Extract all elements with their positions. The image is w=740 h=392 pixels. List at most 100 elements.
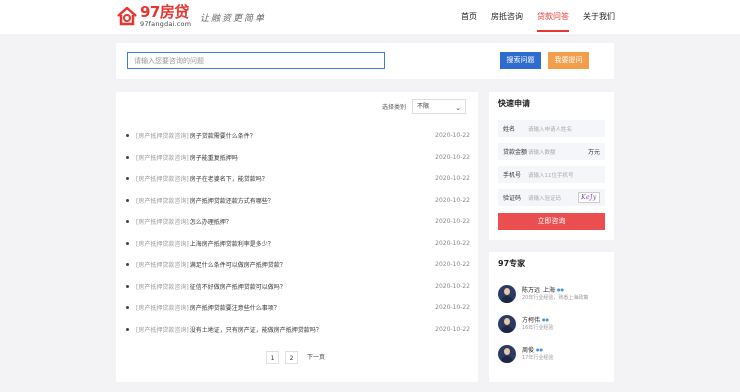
search-button[interactable]: 搜索问题 [500,52,541,69]
logo-domain: 97fangdai.com [140,20,192,28]
pagination: 1 2 下一页 [116,351,478,364]
question-category[interactable]: [房产抵押贷款咨询] [136,153,189,162]
list-item[interactable]: [房产抵押贷款咨询] 没有土地证，只有房产证，能做房产抵押贷款吗？ 2020-10-… [126,319,470,341]
question-category[interactable]: [房产抵押贷款咨询] [136,131,189,140]
nav-home[interactable]: 首页 [461,0,477,34]
bullet-icon [126,155,129,159]
question-date: 2020-10-22 [435,196,470,204]
expert-name: 周俊 [522,346,535,354]
ask-question-button[interactable]: 我要提问 [548,52,589,69]
amount-label: 贷款金额 [503,149,528,156]
question-category[interactable]: [房产抵押贷款咨询] [136,282,189,291]
page-1-button[interactable]: 1 [265,351,279,364]
list-item[interactable]: [房产抵押贷款咨询] 房产抵押贷款还款方式有哪些？ 2020-10-22 [126,190,470,212]
question-list: [房产抵押贷款咨询] 房子贷款需要什么条件？ 2020-10-22 [房产抵押贷款咨询… [126,125,470,340]
phone-field[interactable]: 手机号 请输入11位手机号 [498,166,605,183]
chat-badge-icon: ●● [536,346,543,352]
expert-card[interactable]: 周俊 ●● 17年行业经验 [498,345,553,363]
avatar [498,285,516,303]
quick-apply-panel: 快速申请 姓名 请输入申请人姓名 贷款金额 请输入数额 万元 手机号 请输入11… [489,92,614,240]
bullet-icon [126,263,129,267]
filter-label: 选择类别 [381,104,406,111]
question-title[interactable]: 上海房产抵押贷款利率是多少？ [190,239,274,248]
question-category[interactable]: [房产抵押贷款咨询] [136,174,189,183]
name-field[interactable]: 姓名 请输入申请人姓名 [498,120,605,137]
site-logo[interactable]: 97房贷 97fangdai.com [116,5,191,28]
question-title[interactable]: 满足什么条件可以做房产抵押贷款？ [190,260,286,269]
question-date: 2020-10-22 [435,132,470,140]
bullet-icon [126,241,129,245]
submit-consult-button[interactable]: 立即咨询 [498,213,605,230]
expert-card[interactable]: 方柯伟 ●● 16年行业经验 [498,315,553,333]
question-title[interactable]: 房子贷款需要什么条件？ [190,131,256,140]
search-bar: 搜索问题 我要提问 [116,43,614,79]
list-item[interactable]: [房产抵押贷款咨询] 上海房产抵押贷款利率是多少？ 2020-10-22 [126,233,470,255]
chevron-down-icon: ⌄ [455,104,461,112]
question-title[interactable]: 怎么办理抵押？ [190,217,232,226]
question-title[interactable]: 征信不好做房产抵押贷款可以做吗？ [190,282,286,291]
question-category[interactable]: [房产抵押贷款咨询] [136,303,189,312]
bullet-icon [126,134,129,138]
bullet-icon [126,177,129,181]
logo-name: 97房贷 [140,3,189,21]
captcha-field[interactable]: 验证码 请输入验证码 KeJy [498,189,605,206]
house-logo-icon [116,5,138,27]
question-title[interactable]: 没有土地证，只有房产证，能做房产抵押贷款吗？ [190,325,322,334]
expert-desc: 17年行业经验 [522,355,554,362]
question-title[interactable]: 房子在老婆名下，能贷款吗？ [190,174,268,183]
list-item[interactable]: [房产抵押贷款咨询] 房子能重复抵押吗 2020-10-22 [126,147,470,169]
bullet-icon [126,284,129,288]
nav-consult[interactable]: 房抵咨询 [491,0,523,34]
expert-desc: 20年行业经验，熟悉上海政策 [522,295,589,302]
list-item[interactable]: [房产抵押贷款咨询] 满足什么条件可以做房产抵押贷款？ 2020-10-22 [126,254,470,276]
avatar [498,315,516,333]
category-filter: 选择类别 不限 ⌄ [382,99,466,114]
expert-card[interactable]: 陈万远 上海 ●● 20年行业经验，熟悉上海政策 [498,285,588,303]
list-item[interactable]: [房产抵押贷款咨询] 房子在老婆名下，能贷款吗？ 2020-10-22 [126,168,470,190]
quick-apply-title: 快速申请 [498,99,530,108]
avatar [498,345,516,363]
captcha-label: 验证码 [503,195,522,202]
question-date: 2020-10-22 [435,261,470,269]
captcha-image[interactable]: KeJy [578,192,600,203]
search-input[interactable] [127,52,385,69]
site-header: 97房贷 97fangdai.com 让融资更简单 首页 房抵咨询 贷款问答 关… [0,0,740,34]
captcha-placeholder: 请输入验证码 [528,195,562,202]
list-item[interactable]: [房产抵押贷款咨询] 征信不好做房产抵押贷款可以做吗？ 2020-10-22 [126,276,470,298]
next-page-button[interactable]: 下一页 [304,351,328,364]
amount-field[interactable]: 贷款金额 请输入数额 万元 [498,143,605,160]
phone-placeholder: 请输入11位手机号 [528,172,574,179]
nav-qa[interactable]: 贷款问答 [537,0,569,34]
question-date: 2020-10-22 [435,239,470,247]
question-title[interactable]: 房产抵押贷款要注意些什么事项？ [190,303,280,312]
chat-badge-icon: ●● [542,316,549,322]
experts-title: 97专家 [498,259,526,268]
question-date: 2020-10-22 [435,153,470,161]
question-category[interactable]: [房产抵押贷款咨询] [136,239,189,248]
chat-badge-icon: ●● [557,286,565,292]
list-item[interactable]: [房产抵押贷款咨询] 房产抵押贷款要注意些什么事项？ 2020-10-22 [126,297,470,319]
nav-about[interactable]: 关于我们 [583,0,615,34]
question-category[interactable]: [房产抵押贷款咨询] [136,325,189,334]
phone-label: 手机号 [503,172,522,179]
list-item[interactable]: [房产抵押贷款咨询] 房子贷款需要什么条件？ 2020-10-22 [126,125,470,147]
question-date: 2020-10-22 [435,175,470,183]
slogan: 让融资更简单 [200,14,267,24]
category-select[interactable]: 不限 ⌄ [412,99,466,114]
experts-panel: 97专家 陈万远 上海 ●● 20年行业经验，熟悉上海政策 方柯伟 ●● 16年行业经… [489,252,614,382]
question-title[interactable]: 房子能重复抵押吗 [190,153,238,162]
question-date: 2020-10-22 [435,304,470,312]
expert-city: 上海 [543,286,556,294]
page-2-button[interactable]: 2 [284,351,298,364]
bullet-icon [126,306,129,310]
question-date: 2020-10-22 [435,282,470,290]
expert-name: 陈万远 [522,286,541,294]
bullet-icon [126,198,129,202]
expert-name: 方柯伟 [522,316,541,324]
question-category[interactable]: [房产抵押贷款咨询] [136,196,189,205]
question-category[interactable]: [房产抵押贷款咨询] [136,217,189,226]
question-title[interactable]: 房产抵押贷款还款方式有哪些？ [190,196,274,205]
list-item[interactable]: [房产抵押贷款咨询] 怎么办理抵押？ 2020-10-22 [126,211,470,233]
question-list-panel: 选择类别 不限 ⌄ [房产抵押贷款咨询] 房子贷款需要什么条件？ 2020-10-2… [116,92,478,382]
question-category[interactable]: [房产抵押贷款咨询] [136,260,189,269]
